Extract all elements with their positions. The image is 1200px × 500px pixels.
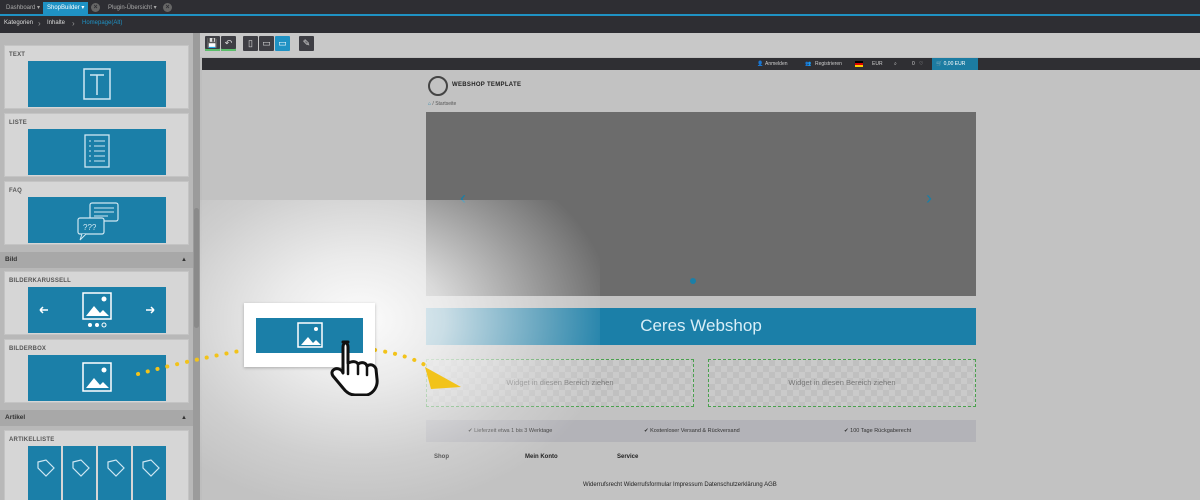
search-icon[interactable]: ⌕: [894, 58, 897, 70]
tab-dashboard[interactable]: Dashboard ▾: [2, 2, 44, 14]
widget-label: TEXT: [9, 52, 26, 58]
usp-bar: ✔ Lieferzeit etwa 1 bis 3 Werktage ✔ Kos…: [426, 420, 976, 442]
drop-arrow-icon: [425, 367, 461, 389]
widget-label: LISTE: [9, 120, 28, 126]
widget-label: BILDERKARUSSELL: [9, 278, 72, 284]
scrollbar-thumb[interactable]: [194, 208, 199, 328]
widget-card-list[interactable]: LISTE: [4, 113, 189, 177]
editor-area: 💾 ↶ ▯ ▭ ▭ ✎ 👤 Anmelden 👥 Registrieren EU…: [200, 33, 1200, 500]
footer-link[interactable]: Impressum: [673, 482, 703, 488]
breadcrumb-current: Homepage(Alt): [82, 20, 123, 26]
list-icon: [28, 129, 166, 175]
shop-topbar: 👤 Anmelden 👥 Registrieren EUR ⌕ 0 ♡ 🛒 0,…: [202, 58, 1200, 70]
footer-heading: Mein Konto: [525, 454, 558, 460]
home-icon[interactable]: ⌂: [428, 101, 431, 107]
drop-zone-right[interactable]: Widget in diesen Bereich ziehen: [708, 359, 976, 407]
section-title: Bild: [5, 256, 18, 263]
widget-sidebar: TEXT LISTE FAQ ??? Bild ▲ BILDERKARUSSEL…: [0, 33, 200, 500]
cart-icon: 🛒: [936, 61, 943, 67]
section-bild[interactable]: Bild ▲: [0, 252, 193, 268]
register-link[interactable]: Registrieren: [815, 58, 842, 70]
usp-item: ✔ Lieferzeit etwa 1 bis 3 Werktage: [468, 428, 553, 434]
faq-icon: ???: [28, 197, 166, 243]
app-tab-bar: Dashboard ▾ ShopBuilder ▾ × Plugin-Übers…: [0, 0, 1200, 16]
logo-icon: [428, 76, 448, 96]
widget-card-faq[interactable]: FAQ ???: [4, 181, 189, 245]
hand-cursor-icon: [330, 340, 379, 396]
shop-headline: Ceres Webshop: [426, 308, 976, 345]
widget-label: ARTIKELLISTE: [9, 437, 55, 443]
tablet-icon[interactable]: ▭: [259, 36, 274, 51]
image-carousel: ‹ ›: [426, 112, 976, 296]
tab-shopbuilder[interactable]: ShopBuilder ▾: [43, 2, 89, 14]
widget-card-text[interactable]: TEXT: [4, 45, 189, 109]
widget-label: FAQ: [9, 188, 22, 194]
heart-icon[interactable]: ♡: [919, 58, 923, 70]
tab-plugin-overview[interactable]: Plugin-Übersicht ▾: [104, 2, 161, 14]
shop-logo-text[interactable]: WEBSHOP TEMPLATE: [452, 82, 521, 88]
widget-card-carousel[interactable]: BILDERKARUSSELL: [4, 271, 189, 335]
chevron-left-icon[interactable]: ‹: [460, 188, 466, 209]
svg-text:???: ???: [83, 223, 97, 232]
carousel-icon: [28, 287, 166, 333]
widget-card-imagebox[interactable]: BILDERBOX: [4, 339, 189, 403]
desktop-icon[interactable]: ▭: [275, 36, 290, 51]
footer-link[interactable]: AGB: [764, 482, 777, 488]
wishlist-count[interactable]: 0: [912, 58, 915, 70]
tag-icon: [28, 446, 166, 500]
sidebar-scrollbar[interactable]: [193, 33, 200, 500]
save-icon[interactable]: 💾: [205, 36, 220, 51]
breadcrumb-item[interactable]: Kategorien: [4, 20, 33, 26]
widget-card-itemlist[interactable]: ARTIKELLISTE: [4, 430, 189, 500]
cart-button[interactable]: 🛒 0,00 EUR: [932, 58, 978, 70]
drop-zone-left[interactable]: Widget in diesen Bereich ziehen: [426, 359, 694, 407]
carousel-dot[interactable]: [690, 278, 696, 284]
chevron-up-icon: ▲: [181, 257, 187, 263]
shop-preview: 👤 Anmelden 👥 Registrieren EUR ⌕ 0 ♡ 🛒 0,…: [202, 58, 1200, 500]
user-plus-icon: 👥: [805, 61, 812, 67]
pen-icon[interactable]: ✎: [299, 36, 314, 51]
flag-de-icon[interactable]: [855, 61, 863, 67]
chevron-up-icon: ▲: [181, 415, 187, 421]
widget-label: BILDERBOX: [9, 346, 47, 352]
chevron-right-icon: ›: [38, 19, 41, 28]
login-link[interactable]: Anmelden: [765, 58, 788, 70]
section-title: Artikel: [5, 414, 26, 421]
footer-links: Widerrufsrecht Widerrufsformular Impress…: [583, 482, 777, 488]
currency-select[interactable]: EUR: [872, 58, 883, 70]
breadcrumb-item[interactable]: Inhalte: [47, 20, 65, 26]
footer-link[interactable]: Widerrufsformular: [624, 482, 672, 488]
footer-heading: Shop: [434, 454, 449, 460]
breadcrumb: Kategorien › Inhalte › Homepage(Alt): [0, 16, 1200, 33]
text-icon: [28, 61, 166, 107]
user-icon: 👤: [757, 61, 764, 67]
shop-breadcrumb-item[interactable]: Startseite: [435, 101, 456, 107]
section-artikel[interactable]: Artikel ▲: [0, 410, 193, 426]
close-tab-icon[interactable]: ×: [91, 3, 100, 12]
undo-icon[interactable]: ↶: [221, 36, 236, 51]
phone-icon[interactable]: ▯: [243, 36, 258, 51]
footer-link[interactable]: Widerrufsrecht: [583, 482, 622, 488]
editor-toolbar: 💾 ↶ ▯ ▭ ▭ ✎: [200, 33, 1200, 57]
cart-total: 0,00 EUR: [943, 61, 966, 67]
usp-item: ✔ Kostenloser Versand & Rückversand: [644, 428, 740, 434]
chevron-right-icon[interactable]: ›: [926, 188, 932, 209]
footer-heading: Service: [617, 454, 639, 460]
shop-breadcrumb: ⌂ / Startseite: [428, 101, 457, 107]
close-tab-icon[interactable]: ×: [163, 3, 172, 12]
image-icon: [28, 355, 166, 401]
usp-item: ✔ 100 Tage Rückgaberecht: [844, 428, 912, 434]
chevron-right-icon: ›: [72, 19, 75, 28]
footer-link[interactable]: Datenschutzerklärung: [704, 482, 762, 488]
